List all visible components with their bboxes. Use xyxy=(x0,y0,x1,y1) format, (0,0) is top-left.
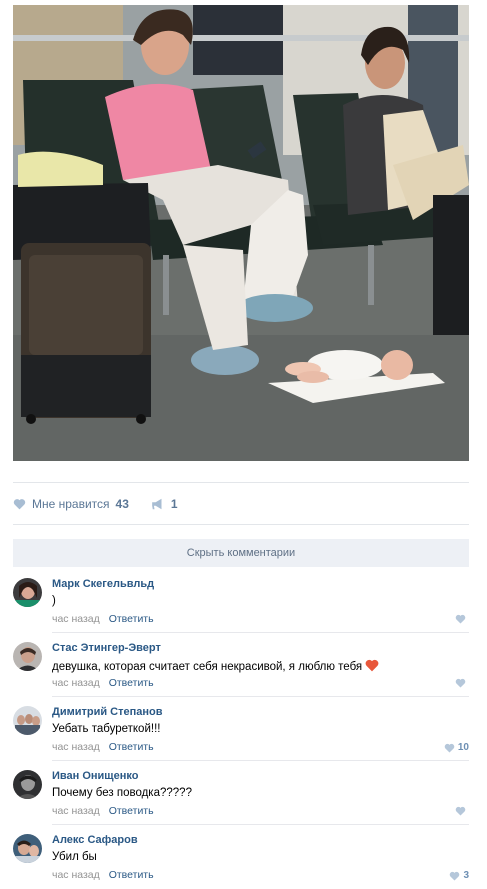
comment-text: Убил бы xyxy=(52,851,97,863)
comment-divider xyxy=(52,760,469,761)
comment-like-count: 10 xyxy=(457,742,469,753)
reply-link[interactable]: Ответить xyxy=(109,613,154,625)
reply-link[interactable]: Ответить xyxy=(109,741,154,753)
comment-time[interactable]: час назад xyxy=(52,677,100,689)
heart-icon xyxy=(455,806,466,816)
shares-count: 1 xyxy=(170,497,178,511)
comment-text: девушка, которая считает себя некрасивой… xyxy=(52,659,379,673)
hide-comments-button[interactable]: Скрыть комментарии xyxy=(13,539,469,567)
avatar[interactable] xyxy=(13,706,42,735)
comment-item: Алекс Сафаров Убил бы час назад Ответить… xyxy=(13,826,469,889)
heart-emoji-icon xyxy=(365,659,379,672)
comment-text: Почему без поводка????? xyxy=(52,787,192,799)
comment-like-button[interactable]: 10 xyxy=(444,742,469,753)
comment-author[interactable]: Димитрий Степанов xyxy=(52,706,163,718)
avatar-image xyxy=(13,770,42,799)
heart-icon xyxy=(455,614,466,624)
heart-icon xyxy=(450,871,460,881)
avatar-image xyxy=(13,578,42,607)
comment-author[interactable]: Иван Онищенко xyxy=(52,770,138,782)
comment-like-count: 3 xyxy=(463,870,469,881)
avatar[interactable] xyxy=(13,834,42,863)
comment-author[interactable]: Алекс Сафаров xyxy=(52,834,138,846)
megaphone-icon xyxy=(152,498,162,510)
comment-meta: час назад Ответить xyxy=(52,869,154,881)
post-photo-image xyxy=(13,5,469,461)
heart-icon xyxy=(455,678,466,688)
comment-text: ) xyxy=(52,595,56,607)
heart-icon xyxy=(13,499,26,510)
comment-time[interactable]: час назад xyxy=(52,741,100,753)
comment-time[interactable]: час назад xyxy=(52,805,100,817)
likes-label: Мне нравится xyxy=(32,497,110,511)
like-button[interactable]: Мне нравится 43 xyxy=(13,497,129,511)
avatar[interactable] xyxy=(13,770,42,799)
reply-link[interactable]: Ответить xyxy=(109,869,154,881)
reply-link[interactable]: Ответить xyxy=(109,677,154,689)
divider xyxy=(13,482,469,483)
comment-like-button[interactable]: 3 xyxy=(449,870,469,881)
avatar[interactable] xyxy=(13,578,42,607)
comment-text: Уебать табуреткой!!! xyxy=(52,723,161,735)
reply-link[interactable]: Ответить xyxy=(109,805,154,817)
comment-item: Марк Скегельвльд ) час назад Ответить xyxy=(13,570,469,633)
comment-item: Димитрий Степанов Уебать табуреткой!!! ч… xyxy=(13,698,469,761)
comment-time[interactable]: час назад xyxy=(52,869,100,881)
comment-text-content: девушка, которая считает себя некрасивой… xyxy=(52,661,363,673)
comment-meta: час назад Ответить xyxy=(52,613,154,625)
divider xyxy=(13,524,469,525)
comment-time[interactable]: час назад xyxy=(52,613,100,625)
comment-divider xyxy=(52,632,469,633)
comment-like-button[interactable] xyxy=(455,806,469,816)
avatar-image xyxy=(13,706,42,735)
comment-meta: час назад Ответить xyxy=(52,677,154,689)
comment-divider xyxy=(52,824,469,825)
avatar-image xyxy=(13,834,42,863)
post-photo[interactable] xyxy=(13,5,469,461)
likes-count: 43 xyxy=(115,497,129,511)
comment-item: Иван Онищенко Почему без поводка????? ча… xyxy=(13,762,469,825)
post-actions: Мне нравится 43 1 xyxy=(13,494,178,514)
comment-meta: час назад Ответить xyxy=(52,805,154,817)
comment-author[interactable]: Марк Скегельвльд xyxy=(52,578,154,590)
comment-divider xyxy=(52,696,469,697)
comment-like-button[interactable] xyxy=(455,678,469,688)
comment-meta: час назад Ответить xyxy=(52,741,154,753)
avatar[interactable] xyxy=(13,642,42,671)
comment-author[interactable]: Стас Этингер-Эверт xyxy=(52,642,161,654)
comment-like-button[interactable] xyxy=(455,614,469,624)
avatar-image xyxy=(13,642,42,671)
comment-item: Стас Этингер-Эверт девушка, которая счит… xyxy=(13,634,469,697)
share-button[interactable]: 1 xyxy=(151,497,178,511)
heart-icon xyxy=(444,743,455,753)
